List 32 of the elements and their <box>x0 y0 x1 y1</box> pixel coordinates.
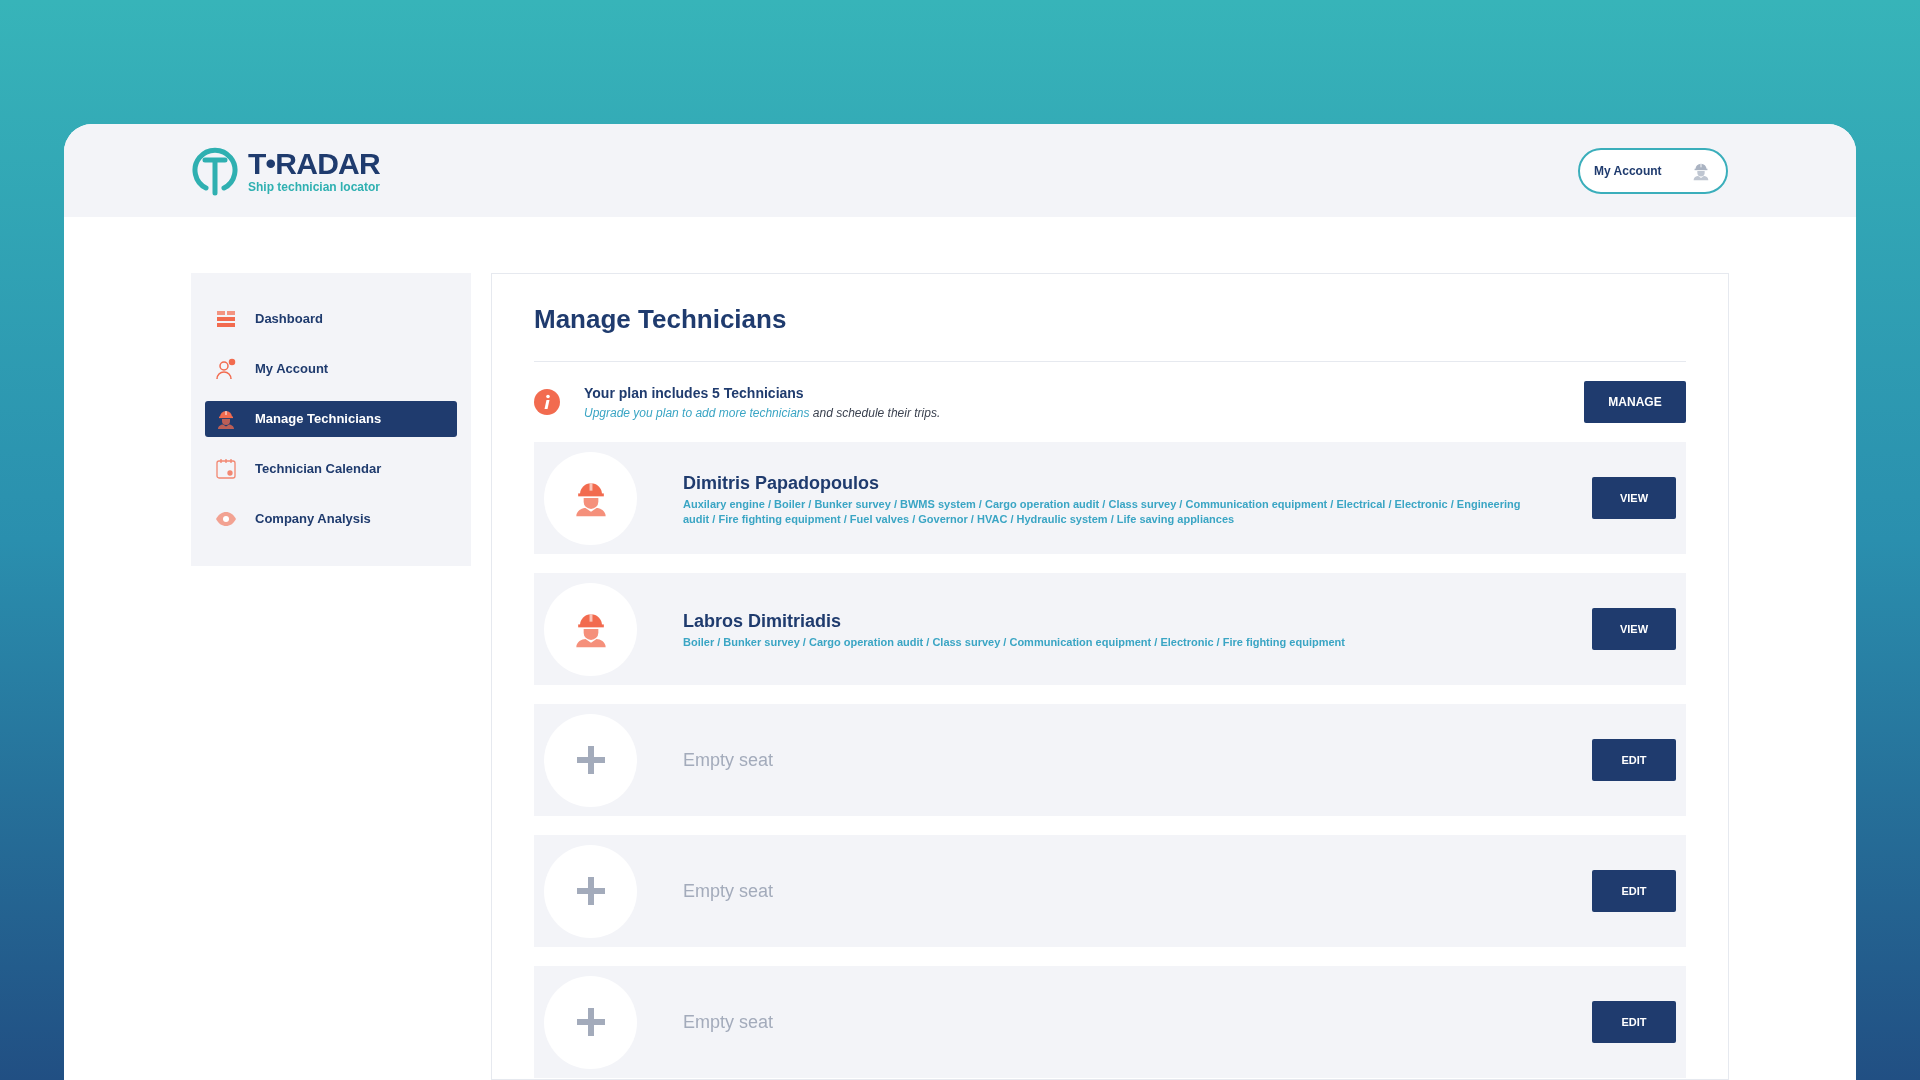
plan-headline: Your plan includes 5 Technicians <box>584 383 805 403</box>
sidebar-item[interactable]: Dashboard <box>205 301 457 337</box>
account-button[interactable]: My Account <box>1578 147 1728 194</box>
skill-list: Boiler / Bunker survey / Cargo operation audit / Class survey / Communication equipment / Electronic / Fire fighting equipment <box>683 635 1542 650</box>
sidebar-item[interactable]: Manage Technicians <box>205 401 457 437</box>
empty-seat-label: Empty seat <box>683 748 775 772</box>
sidebar-item[interactable]: My Account <box>205 351 457 387</box>
technician-name: Labros Dimitriadis <box>683 610 843 633</box>
sidebar-item[interactable]: Company Analysis <box>205 501 457 537</box>
plan-note: and schedule their trips. <box>812 405 941 420</box>
view-button[interactable]: VIEW <box>1592 477 1676 519</box>
empty-seat-label: Empty seat <box>683 1010 775 1034</box>
edit-button[interactable]: EDIT <box>1592 1001 1676 1043</box>
grid-icon <box>216 310 236 328</box>
sidebar-item[interactable]: Technician Calendar <box>205 451 457 487</box>
edit-button[interactable]: EDIT <box>1592 739 1676 781</box>
skill-list: Auxilary engine / Boiler / Bunker survey / BWMS system / Cargo operation audit / Class survey / Communication equipment / Electrical / Electronic / Engineering audit / Fire fighting equipment / Fuel valves / Governor / HVAC / Hydraulic system / Life saving appliances <box>683 496 1542 527</box>
page-title: Manage Technicians <box>534 300 1686 362</box>
empty-seat-label: Empty seat <box>683 879 775 903</box>
manage-button[interactable]: MANAGE <box>1584 381 1686 423</box>
technician-name: Dimitris Papadopoulos <box>683 471 881 495</box>
logo-tagline: Ship technician locator <box>248 180 381 193</box>
plus-icon <box>574 744 607 776</box>
plus-icon <box>574 875 607 907</box>
user-gear-icon <box>214 357 238 381</box>
eye-icon <box>215 511 237 527</box>
edit-button[interactable]: EDIT <box>1592 870 1676 912</box>
logo-text: T•RADAR <box>248 148 381 179</box>
info-icon <box>534 389 560 415</box>
plus-icon <box>574 1006 607 1038</box>
calendar-icon <box>215 458 237 480</box>
view-button[interactable]: VIEW <box>1592 608 1676 650</box>
